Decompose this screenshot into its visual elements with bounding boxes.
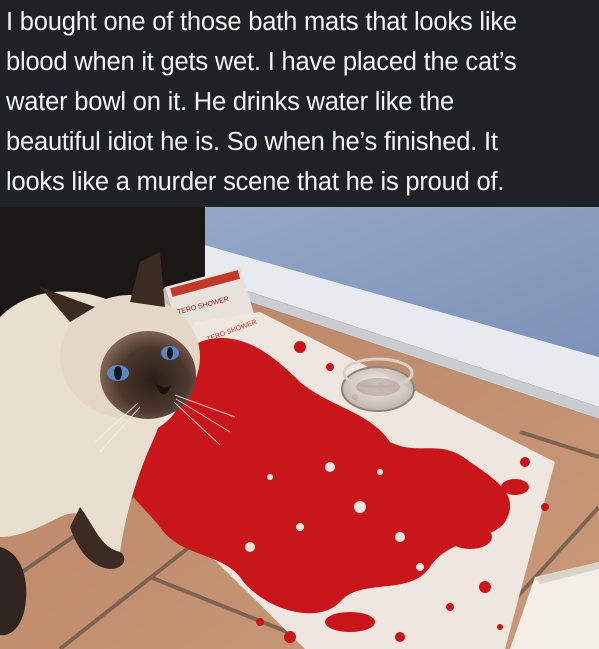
meme-post: I bought one of those bath mats that loo… bbox=[0, 0, 599, 649]
cat-photo-illustration: TERO SHOWER TERO SHOWER bbox=[0, 207, 599, 649]
caption-panel: I bought one of those bath mats that loo… bbox=[0, 0, 599, 207]
cat-photo: TERO SHOWER TERO SHOWER bbox=[0, 207, 599, 649]
caption-text: I bought one of those bath mats that loo… bbox=[6, 8, 517, 196]
